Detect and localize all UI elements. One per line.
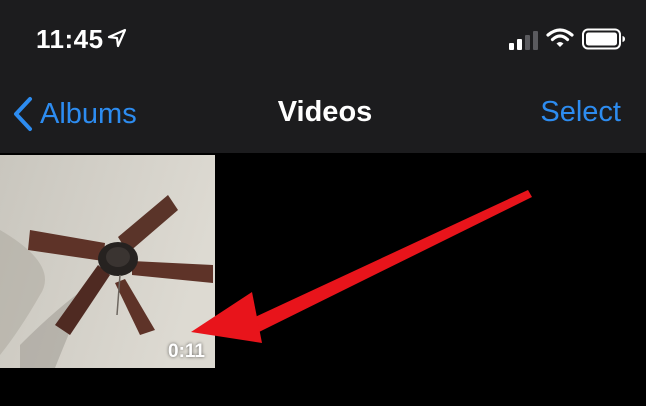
photos-videos-screen: 11:45 Albums Videos Select 0:11 bbox=[0, 0, 646, 406]
battery-icon bbox=[582, 28, 625, 50]
video-thumbnail[interactable]: 0:11 bbox=[0, 155, 215, 368]
select-button[interactable]: Select bbox=[540, 96, 621, 129]
video-duration: 0:11 bbox=[168, 341, 205, 362]
ceiling-fan-image bbox=[0, 155, 215, 368]
location-arrow-icon bbox=[107, 28, 127, 48]
cellular-signal-icon bbox=[509, 31, 538, 50]
status-time: 11:45 bbox=[36, 24, 104, 54]
wifi-icon bbox=[546, 28, 574, 47]
top-bar: 11:45 Albums Videos Select bbox=[0, 0, 646, 153]
